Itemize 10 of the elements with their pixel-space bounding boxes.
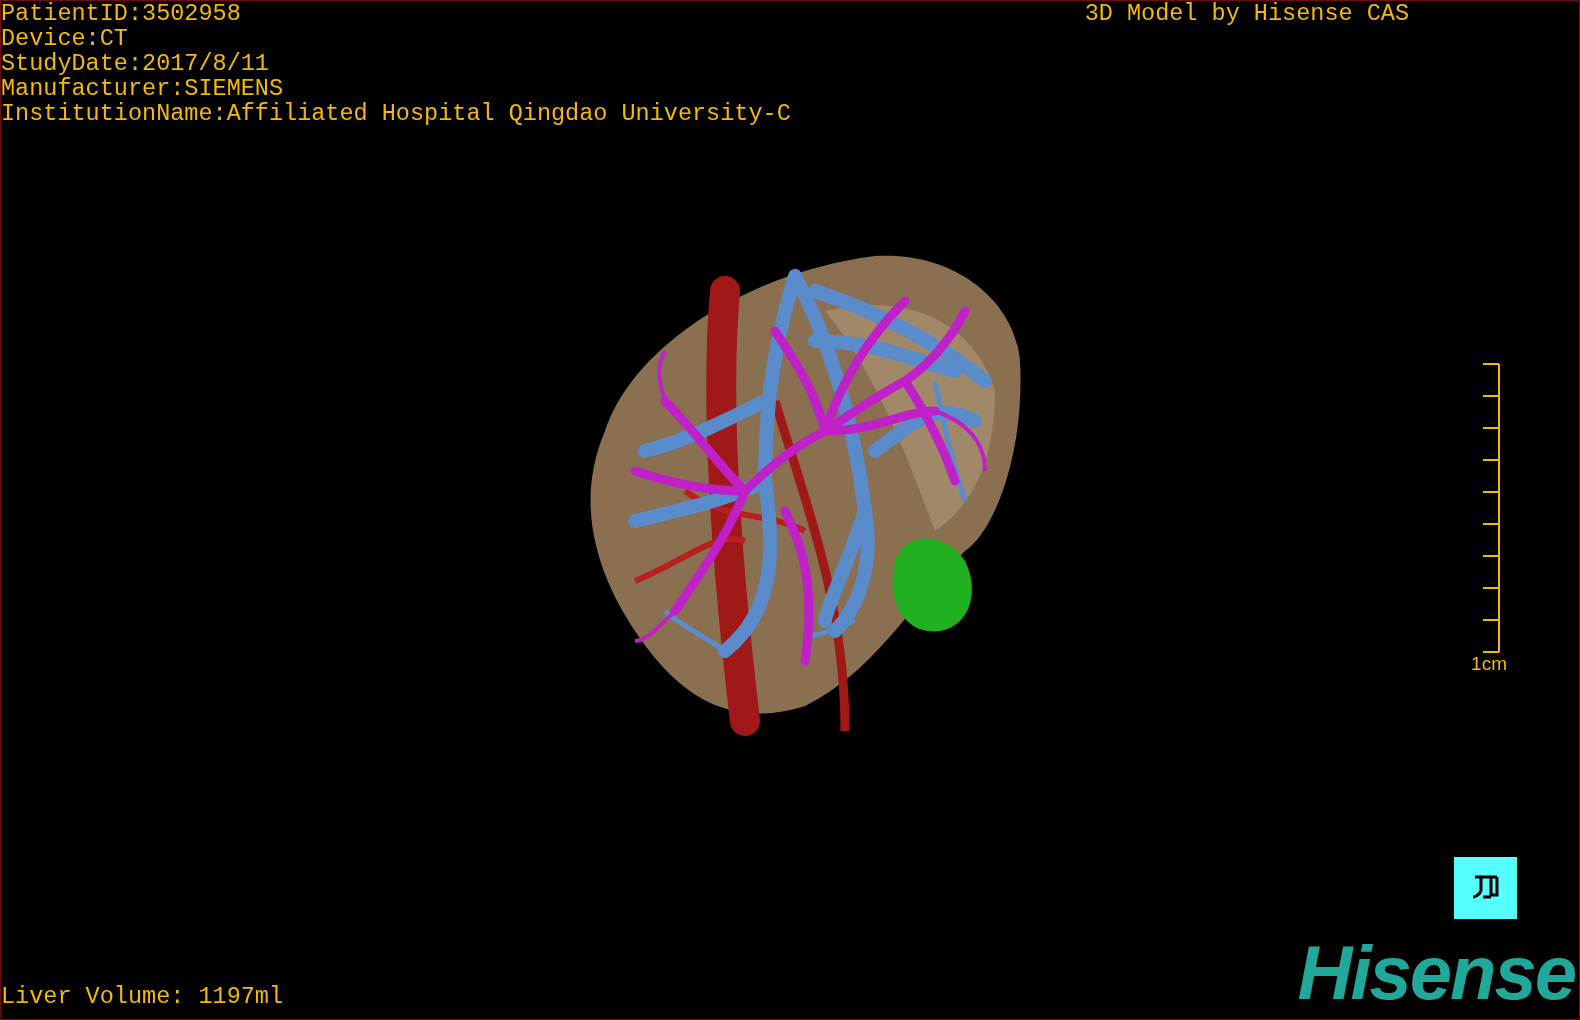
scale-label: 1cm (1471, 653, 1507, 675)
liver-volume-text: Liver Volume: 1197ml (1, 984, 284, 1009)
patient-info-line: InstitutionName:Affiliated Hospital Qingdao University-C (1, 101, 791, 126)
patient-info-line: Device:CT (1, 26, 129, 51)
orientation-marker-icon[interactable] (1454, 857, 1517, 919)
viewer-title: 3D Model by Hisense CAS (1084, 1, 1409, 29)
patient-info-line: PatientID:3502958 (1, 1, 242, 26)
patient-info-line: Manufacturer:SIEMENS (1, 76, 285, 101)
patient-info-line: StudyDate:2017/8/11 (1, 51, 270, 76)
brand-logo: Hisense (1297, 941, 1575, 1005)
